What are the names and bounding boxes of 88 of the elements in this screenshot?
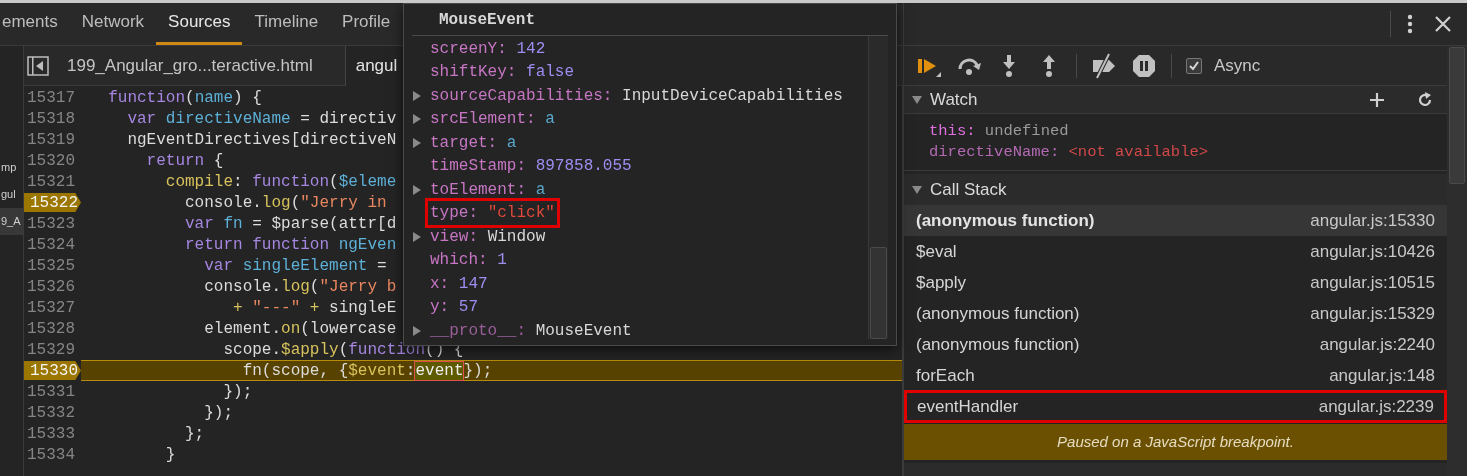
code-line: console.log("Jerry in bbox=[184, 192, 387, 214]
navigator-item[interactable]: mp bbox=[0, 154, 23, 181]
code-line: console.log("Jerry b bbox=[203, 276, 397, 298]
line-number: 15334 bbox=[27, 444, 75, 466]
line-number: 15331 bbox=[27, 381, 75, 403]
line-number: 15318 bbox=[27, 108, 75, 130]
expand-triangle-icon[interactable] bbox=[412, 90, 422, 101]
code-line: + "---" + singleE bbox=[232, 297, 397, 319]
line-number: 15321 bbox=[27, 171, 75, 193]
code-line: var directiveName = directiv bbox=[126, 108, 397, 130]
code-line: }); bbox=[222, 381, 253, 403]
async-checkbox[interactable] bbox=[1186, 57, 1202, 74]
watch-expression: this: undefined bbox=[929, 121, 1070, 142]
line-number: 15329 bbox=[27, 339, 75, 361]
call-stack-frame[interactable]: $eval angular.js:10426 bbox=[904, 236, 1447, 267]
section-title[interactable]: Watch bbox=[930, 86, 978, 113]
add-icon[interactable] bbox=[1369, 91, 1385, 108]
property-entry[interactable]: target: a bbox=[428, 130, 519, 155]
panel-tab[interactable]: ements bbox=[0, 3, 70, 45]
call-stack-frame[interactable]: forEach angular.js:148 bbox=[904, 360, 1447, 391]
watch-expression: directiveName: <not available> bbox=[929, 142, 1210, 163]
scrollbar-thumb[interactable] bbox=[870, 247, 887, 339]
expand-triangle-icon[interactable] bbox=[412, 231, 422, 242]
line-number: 15326 bbox=[27, 276, 75, 298]
property-entry[interactable]: srcElement: a bbox=[428, 107, 557, 132]
refresh-icon[interactable] bbox=[1417, 91, 1433, 108]
line-number: 15324 bbox=[27, 234, 75, 256]
code-line: } bbox=[164, 444, 176, 466]
expand-triangle-icon[interactable] bbox=[412, 184, 422, 195]
async-label: Async bbox=[1214, 54, 1261, 77]
deactivate-breakpoints-icon[interactable] bbox=[1091, 52, 1117, 79]
code-line: var singleElement = bbox=[203, 255, 387, 277]
panel-tab[interactable]: Profile bbox=[330, 3, 403, 45]
call-stack-frame[interactable]: $apply angular.js:10515 bbox=[904, 267, 1447, 298]
navigator-item[interactable]: 9_A bbox=[0, 208, 23, 235]
property-entry: x: 147 bbox=[429, 273, 489, 295]
more-options-icon[interactable] bbox=[1407, 14, 1413, 34]
collapse-triangle-icon[interactable] bbox=[912, 184, 922, 195]
code-line: fn(scope, {$event:event}); bbox=[241, 360, 493, 382]
line-number: 15328 bbox=[27, 318, 75, 340]
navigator-item[interactable]: gul bbox=[0, 181, 23, 208]
close-icon[interactable] bbox=[1435, 16, 1451, 32]
property-entry[interactable]: __proto__: MouseEvent bbox=[428, 318, 634, 343]
property-entry: y: 57 bbox=[429, 297, 479, 319]
code-line: return function ngEven bbox=[184, 234, 397, 256]
file-tab[interactable]: 199_Angular_gro...teractive.html bbox=[57, 45, 323, 86]
property-entry: shiftKey: false bbox=[429, 62, 576, 84]
code-line: }); bbox=[203, 402, 234, 424]
property-entry: which: 1 bbox=[429, 250, 508, 272]
toggle-navigator-icon[interactable] bbox=[27, 55, 49, 76]
panel-tab[interactable]: Timeline bbox=[242, 3, 331, 45]
line-number: 15325 bbox=[27, 255, 75, 277]
section-title[interactable]: Call Stack bbox=[930, 176, 1007, 203]
property-entry: type: "click" bbox=[428, 201, 557, 226]
popover-title: MouseEvent bbox=[439, 9, 535, 31]
line-number: 15320 bbox=[27, 150, 75, 172]
line-number: 15333 bbox=[27, 423, 75, 445]
property-entry[interactable]: sourceCapabilities: InputDeviceCapabilities bbox=[428, 83, 845, 108]
paused-banner: Paused on a JavaScript breakpoint. bbox=[904, 424, 1447, 460]
code-line: compile: function($eleme bbox=[164, 171, 397, 193]
breakpoint-marker[interactable]: 15330 bbox=[24, 361, 81, 380]
collapse-triangle-icon[interactable] bbox=[912, 94, 922, 105]
expand-triangle-icon[interactable] bbox=[412, 114, 422, 125]
call-stack-frame[interactable]: (anonymous function) angular.js:2240 bbox=[904, 329, 1447, 360]
property-entry: screenY: 142 bbox=[429, 38, 547, 60]
line-number: 15319 bbox=[27, 129, 75, 151]
scrollbar-thumb[interactable] bbox=[1449, 47, 1465, 184]
pause-on-exceptions-icon[interactable] bbox=[1131, 52, 1157, 79]
code-line: ngEventDirectives[directiveN bbox=[126, 129, 397, 151]
code-line: element.on(lowercase bbox=[203, 318, 397, 340]
expand-triangle-icon[interactable] bbox=[412, 137, 422, 148]
line-number: 15327 bbox=[27, 297, 75, 319]
code-line: var fn = $parse(attr[d bbox=[184, 213, 397, 235]
call-stack-frame[interactable]: (anonymous function) angular.js:15330 bbox=[904, 205, 1447, 236]
property-entry[interactable]: view: Window bbox=[428, 224, 548, 249]
line-number: 15332 bbox=[27, 402, 75, 424]
property-entry: timeStamp: 897858.055 bbox=[429, 156, 633, 178]
property-entry[interactable]: toElement: a bbox=[428, 177, 548, 202]
code-line: return { bbox=[145, 150, 224, 172]
line-number: 15323 bbox=[27, 213, 75, 235]
line-number: 15317 bbox=[27, 87, 75, 109]
code-line: }; bbox=[184, 423, 205, 445]
code-line: function(name) { bbox=[107, 87, 262, 109]
panel-tab[interactable]: Network bbox=[69, 3, 157, 45]
expand-triangle-icon[interactable] bbox=[412, 325, 422, 336]
call-stack-frame[interactable]: (anonymous function) angular.js:15329 bbox=[904, 298, 1447, 329]
call-stack-frame[interactable]: eventHandler angular.js:2239 bbox=[905, 391, 1446, 422]
breakpoint-marker[interactable]: 15322 bbox=[24, 193, 81, 212]
